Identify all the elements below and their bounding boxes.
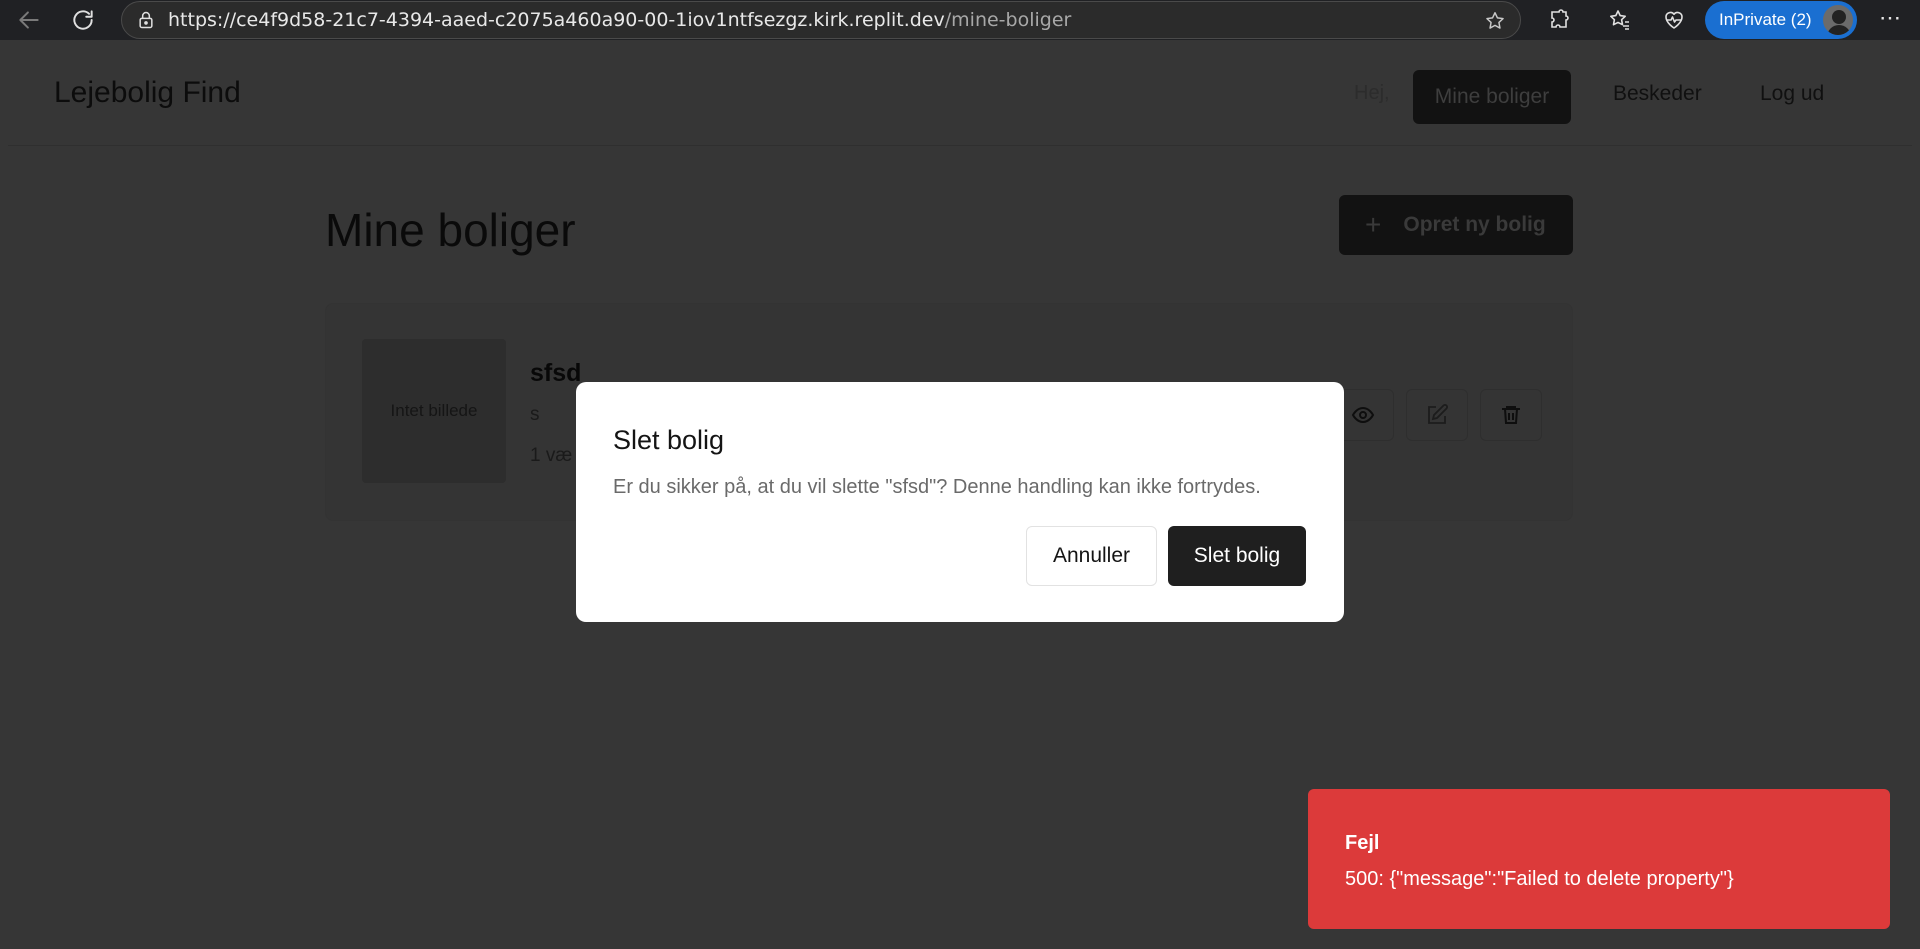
back-button[interactable]	[10, 1, 48, 39]
toast-message: 500: {"message":"Failed to delete proper…	[1345, 868, 1734, 890]
property-title: sfsd	[530, 359, 582, 387]
edit-icon	[1428, 404, 1448, 424]
arrow-left-icon	[19, 11, 39, 29]
create-property-label: Opret ny bolig	[1403, 213, 1546, 236]
nav-mine-boliger[interactable]: Mine boliger	[1413, 70, 1571, 124]
confirm-delete-button[interactable]: Slet bolig	[1168, 526, 1306, 586]
nav-log-ud[interactable]: Log ud	[1760, 82, 1824, 106]
puzzle-icon	[1551, 9, 1569, 28]
create-property-button[interactable]: + Opret ny bolig	[1339, 195, 1573, 255]
url-path: /mine-boliger	[944, 9, 1072, 31]
eye-icon	[1351, 406, 1375, 424]
error-toast[interactable]: Fejl 500: {"message":"Failed to delete p…	[1308, 789, 1890, 929]
browser-essentials-button[interactable]	[1660, 6, 1688, 34]
toast-title: Fejl	[1345, 832, 1380, 854]
url-host: https://ce4f9d58-21c7-4394-aaed-c2075a46…	[168, 9, 945, 31]
greeting-text: Hej,	[1354, 82, 1390, 104]
inprivate-label: InPrivate (2)	[1719, 10, 1812, 29]
page-title: Mine boliger	[325, 204, 576, 256]
address-bar[interactable]: https://ce4f9d58-21c7-4394-aaed-c2075a46…	[121, 1, 1521, 39]
reload-button[interactable]	[64, 1, 102, 39]
trash-icon	[1502, 406, 1520, 424]
property-rooms: 1 væ	[530, 445, 573, 466]
heart-pulse-icon	[1665, 11, 1683, 29]
dialog-description: Er du sikker på, at du vil slette "sfsd"…	[613, 476, 1261, 498]
reload-icon	[73, 10, 93, 30]
delete-property-button[interactable]	[1480, 389, 1542, 441]
dialog-title: Slet bolig	[613, 425, 725, 455]
nav-beskeder[interactable]: Beskeder	[1613, 82, 1702, 106]
url-text[interactable]: https://ce4f9d58-21c7-4394-aaed-c2075a46…	[168, 9, 1071, 31]
app-header: Lejebolig Find Hej, Mine boliger Beskede…	[8, 50, 1912, 146]
property-description: s	[530, 404, 540, 425]
more-options-button[interactable]: ⋯	[1875, 6, 1905, 34]
browser-toolbar: https://ce4f9d58-21c7-4394-aaed-c2075a46…	[0, 0, 1920, 40]
favorites-button[interactable]	[1606, 6, 1634, 34]
favorite-star-icon[interactable]	[1484, 10, 1506, 32]
edit-property-button[interactable]	[1406, 389, 1468, 441]
property-image-placeholder: Intet billede	[362, 339, 506, 483]
delete-confirm-dialog: Slet bolig Er du sikker på, at du vil sl…	[576, 382, 1344, 622]
inprivate-button[interactable]: InPrivate (2)	[1705, 1, 1857, 39]
lock-icon[interactable]	[136, 10, 156, 30]
plus-icon: +	[1365, 209, 1382, 240]
cancel-button[interactable]: Annuller	[1026, 526, 1157, 586]
extensions-button[interactable]	[1545, 6, 1573, 34]
favorites-list-icon	[1610, 10, 1629, 30]
avatar	[1821, 3, 1855, 37]
brand-logo[interactable]: Lejebolig Find	[54, 76, 241, 110]
